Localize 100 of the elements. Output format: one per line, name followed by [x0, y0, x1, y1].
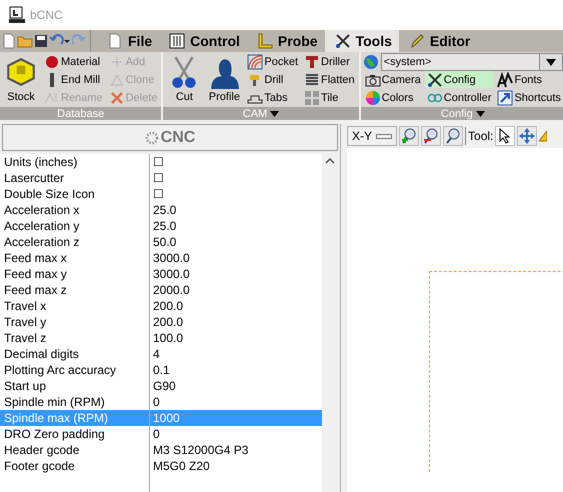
ribbon-button[interactable]: Tile — [302, 89, 357, 106]
setting-name: Double Size Icon — [0, 186, 150, 202]
ribbon-tab[interactable]: Editor — [398, 30, 478, 52]
ribbon-button[interactable]: Drill — [245, 71, 300, 88]
sliders-icon — [169, 33, 186, 49]
settings-row[interactable]: Double Size Icon ☐ — [0, 186, 322, 202]
ribbon-tab[interactable]: File — [97, 30, 160, 52]
settings-row[interactable]: Travel y 200.0 — [0, 314, 322, 330]
setting-name: Travel x — [0, 298, 150, 314]
ribbon-button[interactable]: Colors — [362, 89, 423, 106]
ribbon-button[interactable]: Cut — [165, 53, 204, 105]
setting-value[interactable]: 0 — [150, 426, 322, 442]
setting-name: Start up — [0, 378, 150, 394]
setting-name: Spindle min (RPM) — [0, 394, 150, 410]
setting-value[interactable]: ☐ — [150, 154, 322, 170]
ball-icon — [44, 54, 60, 70]
grid-icon — [304, 90, 320, 106]
ribbon-button[interactable]: Controller — [424, 89, 494, 106]
ribbon-button[interactable]: Stock — [2, 53, 40, 105]
settings-row[interactable]: Lasercutter ☐ — [0, 170, 322, 186]
setting-value[interactable]: 2000.0 — [150, 282, 322, 298]
ribbon-button[interactable]: Driller — [302, 53, 357, 70]
ribbon-button[interactable]: Tabs — [245, 89, 300, 106]
setting-value[interactable]: ☐ — [150, 186, 322, 202]
document-icon — [107, 33, 123, 49]
setting-value[interactable]: 25.0 — [150, 218, 322, 234]
setting-value[interactable]: 200.0 — [150, 314, 322, 330]
setting-name: Feed max z — [0, 282, 150, 298]
zoom-in-button[interactable] — [399, 126, 420, 146]
layers-icon — [304, 72, 320, 88]
group-label: CAM — [163, 107, 359, 120]
setting-value[interactable]: ☐ — [150, 170, 322, 186]
zoom-fit-icon — [445, 128, 462, 144]
caret-icon[interactable] — [476, 110, 485, 116]
arrow-box-icon — [497, 90, 514, 106]
setting-value[interactable]: 3000.0 — [150, 266, 322, 282]
settings-row[interactable]: Travel x 200.0 — [0, 298, 322, 314]
setting-value[interactable]: 100.0 — [150, 330, 322, 346]
setting-name: Spindle max (RPM) — [0, 410, 150, 426]
triangle-icon[interactable] — [539, 129, 548, 143]
ribbon-button[interactable]: Flatten — [302, 71, 357, 88]
settings-row[interactable]: DRO Zero padding 0 — [0, 426, 322, 442]
system-combo[interactable]: <system> — [380, 53, 563, 71]
settings-row[interactable]: Spindle min (RPM) 0 — [0, 394, 322, 410]
settings-row[interactable]: Acceleration x 25.0 — [0, 202, 322, 218]
globe-icon — [362, 54, 379, 70]
zoom-out-icon — [423, 128, 440, 144]
group-label: Config — [360, 107, 563, 120]
settings-row[interactable]: Footer gcode M5G0 Z20 — [0, 458, 322, 474]
select-tool-button[interactable] — [495, 126, 516, 146]
ribbon-tab[interactable]: Control — [159, 30, 247, 52]
zoom-in-icon — [401, 128, 418, 144]
setting-name: Acceleration z — [0, 234, 150, 250]
setting-name: Acceleration x — [0, 202, 150, 218]
ribbon-button[interactable]: Camera — [362, 71, 423, 88]
ribbon-button[interactable]: Pocket — [245, 53, 300, 70]
ribbon-tab[interactable]: Probe — [246, 30, 325, 52]
settings-row[interactable]: Feed max x 3000.0 — [0, 250, 322, 266]
ribbon-button[interactable]: Profile — [205, 53, 244, 105]
setting-value[interactable]: 0 — [150, 394, 322, 410]
setting-value[interactable]: 4 — [150, 346, 322, 362]
settings-row[interactable]: Start up G90 — [0, 378, 322, 394]
setting-value[interactable]: 25.0 — [150, 202, 322, 218]
ribbon-button[interactable]: Shortcuts — [495, 89, 563, 106]
settings-row[interactable]: Plotting Arc accuracy 0.1 — [0, 362, 322, 378]
setting-value[interactable]: 3000.0 — [150, 250, 322, 266]
move-tool-button[interactable] — [517, 126, 538, 146]
setting-name: DRO Zero padding — [0, 426, 150, 442]
group-label: Database — [0, 107, 162, 120]
settings-row[interactable]: Travel z 100.0 — [0, 330, 322, 346]
ribbon-button[interactable]: Fonts — [495, 71, 563, 88]
setting-value[interactable]: M5G0 Z20 — [150, 458, 322, 474]
ribbon-button[interactable]: End Mill — [42, 71, 105, 88]
ribbon-tab[interactable]: Tools — [324, 30, 399, 52]
settings-row[interactable]: Feed max z 2000.0 — [0, 282, 322, 298]
new-file-icon[interactable] — [2, 33, 16, 49]
settings-row[interactable]: Header gcode M3 S12000G4 P3 — [0, 442, 322, 458]
x-icon — [108, 90, 125, 106]
setting-value[interactable]: 0.1 — [150, 362, 322, 378]
zoom-fit-button[interactable] — [443, 126, 464, 146]
setting-name: Footer gcode — [0, 458, 150, 474]
setting-value[interactable]: G90 — [150, 378, 322, 394]
ribbon-button[interactable]: Config — [424, 71, 494, 88]
setting-name: Travel z — [0, 330, 150, 346]
ribbon-button[interactable]: Material — [42, 53, 105, 70]
caret-icon[interactable] — [270, 110, 280, 116]
settings-row[interactable]: Acceleration y 25.0 — [0, 218, 322, 234]
setting-name: Header gcode — [0, 442, 150, 458]
letters-icon — [497, 72, 514, 88]
view-select[interactable]: X-Y — [347, 126, 398, 146]
setting-value[interactable]: M3 S12000G4 P3 — [150, 442, 322, 458]
settings-row[interactable]: Feed max y 3000.0 — [0, 266, 322, 282]
settings-row[interactable]: Units (inches) ☐ — [0, 154, 322, 170]
zoom-out-button[interactable] — [421, 126, 442, 146]
save-icon[interactable] — [34, 34, 48, 48]
setting-value[interactable]: 200.0 — [150, 298, 322, 314]
setting-value[interactable]: 50.0 — [150, 234, 322, 250]
settings-row[interactable]: Acceleration z 50.0 — [0, 234, 322, 250]
waves-icon — [247, 54, 264, 70]
settings-row[interactable]: Decimal digits 4 — [0, 346, 322, 362]
